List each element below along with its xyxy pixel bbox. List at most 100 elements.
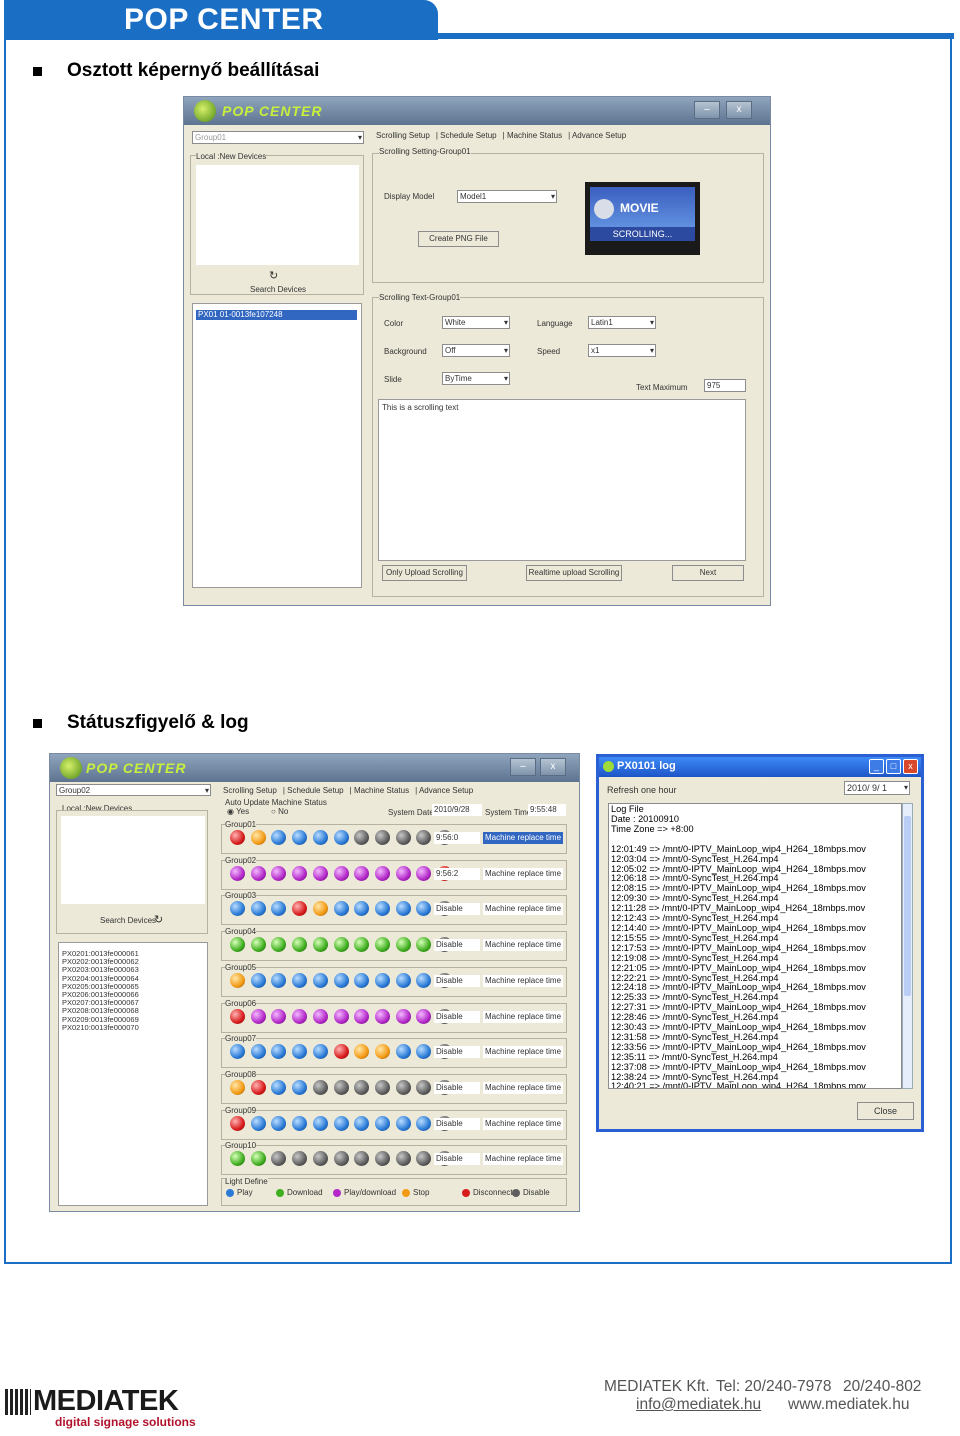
realtime-upload-scrolling-button[interactable]: Realtime upload Scrolling xyxy=(526,565,622,581)
machine-replace-time-field[interactable]: Machine replace time xyxy=(483,1081,563,1094)
status-led-blue[interactable] xyxy=(333,901,349,917)
status-led-blue[interactable] xyxy=(416,1115,432,1131)
status-led-gray[interactable] xyxy=(374,830,390,845)
status-led-blue[interactable] xyxy=(250,1115,266,1131)
log-text-area[interactable]: Log File Date : 20100910 Time Zone => +8… xyxy=(608,803,902,1089)
status-led-blue[interactable] xyxy=(416,972,432,988)
machine-replace-time-field[interactable]: Machine replace time xyxy=(483,1010,563,1023)
status-led-blue[interactable] xyxy=(333,972,349,988)
status-led-blue[interactable] xyxy=(250,1044,266,1060)
status-led-gray[interactable] xyxy=(395,830,411,845)
tab-schedule-setup[interactable]: Schedule Setup xyxy=(287,786,344,795)
search-devices-button[interactable]: Search Devices xyxy=(100,916,156,925)
close-button[interactable]: x xyxy=(540,758,566,776)
minimize-button[interactable]: _ xyxy=(869,759,884,774)
status-led-gray[interactable] xyxy=(333,1151,349,1167)
status-led-purple[interactable] xyxy=(230,865,245,881)
tab-machine-status[interactable]: Machine Status xyxy=(507,131,562,140)
status-led-blue[interactable] xyxy=(292,1115,308,1131)
status-led-purple[interactable] xyxy=(333,865,349,881)
status-led-blue[interactable] xyxy=(292,972,308,988)
status-led-green[interactable] xyxy=(374,937,390,953)
machine-replace-time-field[interactable]: Machine replace time xyxy=(483,1117,563,1130)
status-led-blue[interactable] xyxy=(250,901,266,917)
status-led-blue[interactable] xyxy=(333,830,349,845)
status-led-blue[interactable] xyxy=(354,972,370,988)
status-led-purple[interactable] xyxy=(271,865,287,881)
status-led-orange[interactable] xyxy=(230,972,245,988)
status-led-purple[interactable] xyxy=(312,1008,328,1024)
status-led-gray[interactable] xyxy=(374,1079,390,1095)
status-led-purple[interactable] xyxy=(354,1008,370,1024)
status-led-red[interactable] xyxy=(230,1008,245,1024)
status-led-blue[interactable] xyxy=(395,972,411,988)
machine-replace-time-field[interactable]: Machine replace time xyxy=(483,903,563,916)
language-select[interactable]: Latin1 xyxy=(588,316,656,329)
minimize-button[interactable]: – xyxy=(510,758,536,776)
tab-scrolling-setup[interactable]: Scrolling Setup xyxy=(376,131,430,140)
device-list[interactable]: PX0201:0013fe000061 PX0202:0013fe000062 PX… xyxy=(58,942,208,1206)
device-list[interactable]: PX01 01-0013fe107248 xyxy=(192,303,362,588)
color-select[interactable]: White xyxy=(442,316,510,329)
status-led-purple[interactable] xyxy=(374,1008,390,1024)
machine-replace-time-field[interactable]: Machine replace time xyxy=(483,832,563,844)
background-select[interactable]: Off xyxy=(442,344,510,357)
speed-select[interactable]: x1 xyxy=(588,344,656,357)
text-maximum-field[interactable]: 975 xyxy=(704,379,746,392)
log-scrollbar-thumb[interactable] xyxy=(904,816,911,996)
status-led-purple[interactable] xyxy=(416,1008,432,1024)
status-led-blue[interactable] xyxy=(395,1115,411,1131)
close-log-button[interactable]: Close xyxy=(857,1102,914,1120)
status-led-purple[interactable] xyxy=(374,865,390,881)
status-led-gray[interactable] xyxy=(395,1151,411,1167)
machine-replace-time-field[interactable]: Machine replace time xyxy=(483,1153,563,1166)
tab-advance-setup[interactable]: Advance Setup xyxy=(419,786,473,795)
status-led-red[interactable] xyxy=(250,1079,266,1095)
status-led-purple[interactable] xyxy=(395,1008,411,1024)
status-led-green[interactable] xyxy=(395,937,411,953)
status-led-red[interactable] xyxy=(230,830,245,845)
status-led-blue[interactable] xyxy=(395,901,411,917)
tab-schedule-setup[interactable]: Schedule Setup xyxy=(440,131,497,140)
tab-advance-setup[interactable]: Advance Setup xyxy=(572,131,626,140)
status-led-blue[interactable] xyxy=(250,972,266,988)
status-led-purple[interactable] xyxy=(271,1008,287,1024)
status-led-purple[interactable] xyxy=(312,865,328,881)
status-led-purple[interactable] xyxy=(416,865,432,881)
status-led-purple[interactable] xyxy=(250,1008,266,1024)
status-led-blue[interactable] xyxy=(312,1044,328,1060)
minimize-button[interactable]: – xyxy=(694,101,720,119)
status-led-green[interactable] xyxy=(312,937,328,953)
local-devices-list[interactable] xyxy=(61,816,205,904)
group-select[interactable]: Group02 xyxy=(56,784,211,796)
status-led-orange[interactable] xyxy=(374,1044,390,1060)
status-led-blue[interactable] xyxy=(271,1115,287,1131)
status-led-gray[interactable] xyxy=(312,1079,328,1095)
scroll-text-area[interactable]: This is a scrolling text xyxy=(378,399,746,561)
auto-update-no-radio[interactable]: ○ No xyxy=(271,807,288,816)
status-led-purple[interactable] xyxy=(292,865,308,881)
status-led-orange[interactable] xyxy=(250,830,266,845)
auto-update-yes-radio[interactable]: ◉ Yes xyxy=(227,807,249,816)
status-led-gray[interactable] xyxy=(395,1079,411,1095)
create-png-button[interactable]: Create PNG File xyxy=(418,231,499,247)
close-button[interactable]: x xyxy=(903,759,918,774)
status-led-gray[interactable] xyxy=(354,1079,370,1095)
status-led-blue[interactable] xyxy=(312,830,328,845)
status-led-purple[interactable] xyxy=(354,865,370,881)
status-led-blue[interactable] xyxy=(354,1115,370,1131)
tab-machine-status[interactable]: Machine Status xyxy=(354,786,409,795)
close-button[interactable]: x xyxy=(726,101,752,119)
device-list-item[interactable]: PX0210:0013fe000070 xyxy=(62,1023,139,1032)
local-devices-list[interactable] xyxy=(196,165,359,265)
status-led-purple[interactable] xyxy=(395,865,411,881)
log-scrollbar[interactable] xyxy=(902,803,913,1089)
log-date-select[interactable]: 2010/ 9/ 1 xyxy=(844,781,910,795)
only-upload-scrolling-button[interactable]: Only Upload Scrolling xyxy=(382,565,467,581)
status-led-purple[interactable] xyxy=(333,1008,349,1024)
slide-select[interactable]: ByTime xyxy=(442,372,510,385)
status-led-blue[interactable] xyxy=(333,1115,349,1131)
machine-replace-time-field[interactable]: Machine replace time xyxy=(483,1046,563,1059)
status-led-blue[interactable] xyxy=(395,1044,411,1060)
status-led-blue[interactable] xyxy=(292,1079,308,1095)
